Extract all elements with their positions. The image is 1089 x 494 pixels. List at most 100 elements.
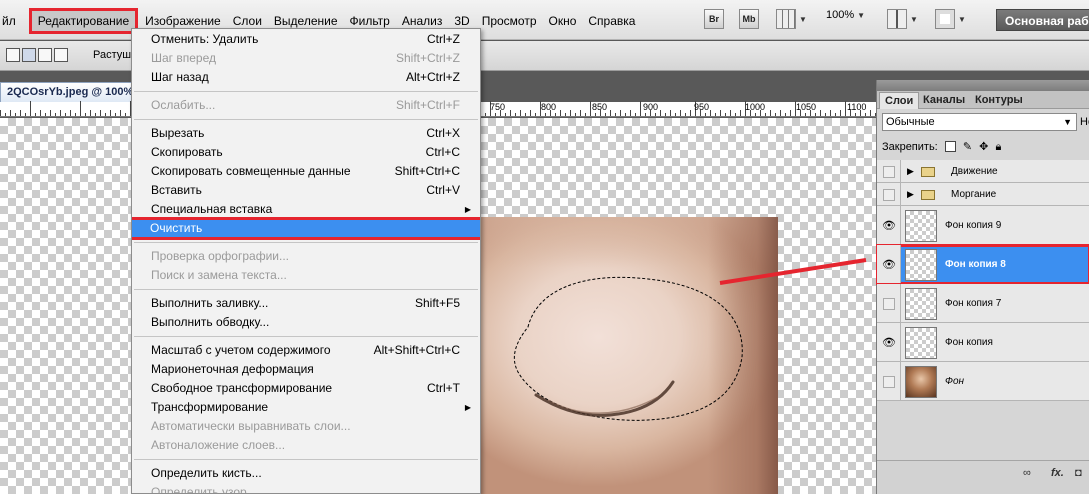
submenu-arrow-icon: ▶ [464, 205, 471, 214]
layer-row[interactable]: Фон [877, 362, 1089, 401]
mask-icon[interactable]: ◘ [1075, 467, 1082, 479]
zoom-dropdown[interactable]: 100% ▼ [826, 9, 865, 21]
menu-view[interactable]: Просмотр [476, 11, 543, 31]
intersect-selection-icon[interactable] [54, 48, 68, 62]
fx-icon[interactable]: fx. [1051, 467, 1064, 479]
screen-mode-dropdown[interactable]: ▼ [935, 9, 966, 29]
edit-menu-item[interactable]: Специальная вставка ▶ [132, 200, 480, 219]
ruler-tick [565, 113, 566, 116]
lock-position-icon[interactable]: ✥ [979, 140, 988, 153]
menu-item-shortcut: Alt+Shift+Ctrl+C [373, 343, 460, 357]
layer-row[interactable]: 👁︎ Фон копия 8 [876, 244, 1089, 285]
edit-menu-item[interactable]: Скопировать Ctrl+C [132, 143, 480, 162]
edit-menu-item: Определить узор... [132, 483, 480, 493]
ruler-tick [25, 113, 26, 116]
layer-row[interactable]: Фон копия 7 [877, 284, 1089, 323]
visibility-toggle[interactable]: 👁︎ [877, 245, 901, 283]
edit-menu-item[interactable]: Очистить [132, 217, 480, 240]
ruler-tick [790, 110, 791, 116]
menu-item-label: Специальная вставка [151, 202, 273, 216]
ruler-tick [580, 110, 581, 116]
edit-menu-item[interactable]: Вставить Ctrl+V [132, 181, 480, 200]
ruler-label: 750 [490, 102, 506, 112]
tab-channels[interactable]: Каналы [918, 92, 970, 109]
ruler-tick [655, 113, 656, 116]
visibility-toggle[interactable]: 👁︎ [877, 206, 901, 244]
edit-menu-item[interactable]: Марионеточная деформация [132, 360, 480, 379]
bridge-button[interactable]: Br [704, 9, 724, 29]
zoom-level: 100% [826, 9, 855, 21]
edit-menu-item[interactable]: Вырезать Ctrl+X [132, 124, 480, 143]
document-tab[interactable]: 2QCOsrYb.jpeg @ 100% [0, 82, 136, 102]
layer-row[interactable]: 👁︎ Фон копия [877, 323, 1089, 362]
extras-dropdown[interactable]: ▼ [776, 9, 807, 29]
lock-transparency-icon[interactable] [944, 141, 956, 152]
chevron-down-icon: ▼ [857, 10, 866, 20]
edit-menu-item: Автоналожение слоев... [132, 436, 480, 455]
layer-row[interactable]: 👁︎ Фон копия 9 [877, 206, 1089, 245]
ruler-tick [120, 110, 121, 116]
lock-row: Закрепить: ✎ ✥ 🔒︎ [882, 140, 1001, 154]
edit-menu-item[interactable]: Определить кисть... [132, 464, 480, 483]
edit-menu-item[interactable]: Выполнить заливку... Shift+F5 [132, 294, 480, 313]
menu-window[interactable]: Окно [543, 11, 583, 31]
subtract-selection-icon[interactable] [38, 48, 52, 62]
blend-mode-select[interactable]: Обычные ▼ [882, 113, 1077, 131]
layer-thumbnail [905, 209, 937, 242]
mini-bridge-button[interactable]: Mb [739, 9, 759, 29]
ruler-tick [125, 113, 126, 116]
visibility-toggle[interactable] [877, 284, 901, 322]
tab-paths[interactable]: Контуры [970, 92, 1028, 109]
visibility-toggle[interactable] [877, 160, 901, 182]
edit-menu-item[interactable]: Масштаб с учетом содержимого Alt+Shift+Ct… [132, 341, 480, 360]
ruler-tick [15, 113, 16, 116]
ruler-label: 1000 [745, 102, 766, 112]
bridge-button-wrap: Br [704, 9, 724, 29]
chevron-down-icon: ▼ [799, 14, 807, 24]
workspace-switcher[interactable]: Основная работа [996, 9, 1089, 31]
menu-help[interactable]: Справка [582, 11, 641, 31]
ruler-tick [5, 113, 6, 116]
layer-row[interactable]: ▶ Движение [877, 160, 1089, 183]
visibility-empty-icon [883, 188, 895, 201]
ruler-tick [685, 113, 686, 116]
edit-menu-item[interactable]: Скопировать совмещенные данные Shift+Ctrl… [132, 162, 480, 181]
add-selection-icon[interactable] [22, 48, 36, 62]
layer-row[interactable]: ▶ Моргание [877, 183, 1089, 206]
menu-file[interactable]: йл [0, 11, 22, 31]
ruler-tick [60, 110, 61, 116]
new-selection-icon[interactable] [6, 48, 20, 62]
eye-icon: 👁︎ [882, 258, 896, 271]
lock-pixels-icon[interactable]: ✎ [963, 140, 972, 153]
link-layers-icon[interactable]: ∞ [1023, 467, 1031, 479]
edit-menu-item[interactable]: Трансформирование ▶ [132, 398, 480, 417]
visibility-toggle[interactable]: 👁︎ [877, 323, 901, 361]
expand-triangle-icon[interactable]: ▶ [907, 166, 914, 177]
layer-name: Фон копия 7 [945, 297, 1002, 309]
edit-menu-item[interactable]: Шаг назад Alt+Ctrl+Z [132, 68, 480, 87]
visibility-toggle[interactable] [877, 183, 901, 205]
ruler-tick [45, 113, 46, 116]
ruler-tick [105, 113, 106, 116]
menu-item-label: Проверка орфографии... [151, 249, 289, 263]
menu-item-label: Автоматически выравнивать слои... [151, 419, 351, 433]
edit-menu-item[interactable]: Отменить: Удалить Ctrl+Z [132, 30, 480, 49]
menu-separator [134, 289, 478, 290]
expand-triangle-icon[interactable]: ▶ [907, 189, 914, 200]
ruler-tick [515, 113, 516, 116]
arrange-dropdown[interactable]: ▼ [887, 9, 918, 29]
ruler-tick [620, 110, 621, 116]
edit-menu-item[interactable]: Свободное трансформирование Ctrl+T [132, 379, 480, 398]
tab-layers[interactable]: Слои [879, 92, 920, 109]
canvas-photo-eye[interactable] [478, 217, 778, 494]
ruler-tick [510, 110, 511, 116]
edit-menu-item[interactable]: Выполнить обводку... [132, 313, 480, 332]
lock-all-icon[interactable]: 🔒︎ [995, 141, 1001, 154]
visibility-toggle[interactable] [877, 362, 901, 400]
folder-icon [921, 189, 935, 200]
grid-icon [776, 9, 796, 29]
menu-edit[interactable]: Редактирование [28, 8, 139, 34]
ruler-tick [785, 113, 786, 116]
panel-header-bar[interactable] [877, 80, 1089, 91]
ruler-tick [520, 110, 521, 116]
